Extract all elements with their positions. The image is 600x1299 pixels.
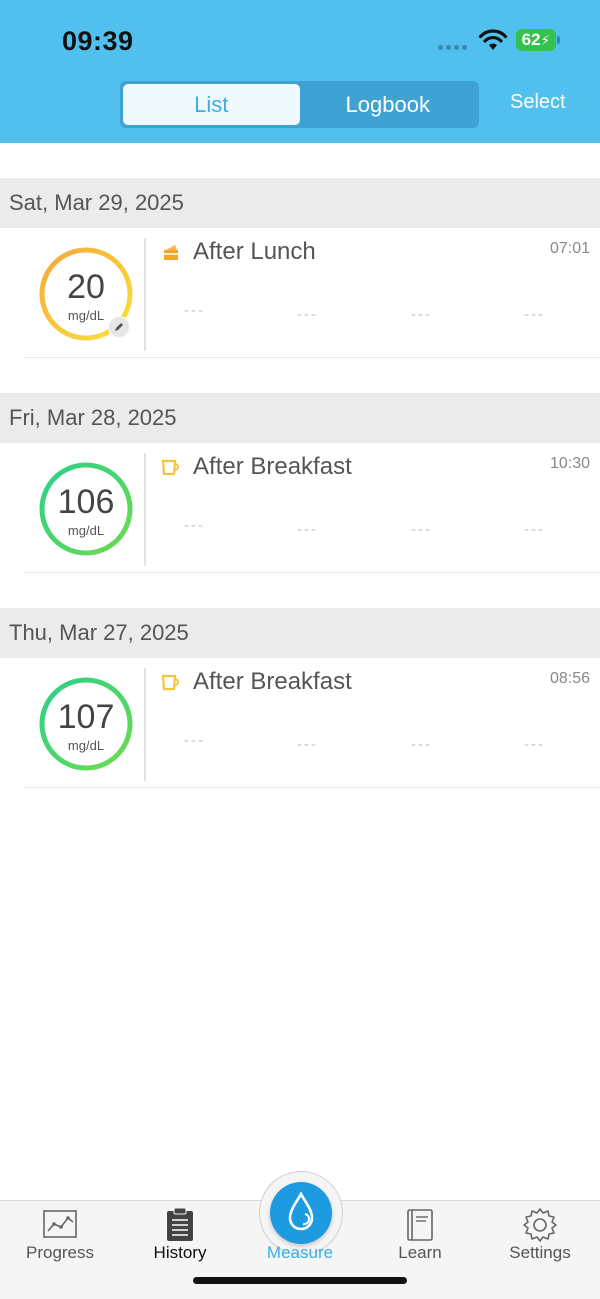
edit-icon[interactable] <box>108 316 130 338</box>
glucose-value: 107 <box>57 698 115 736</box>
gear-icon <box>523 1208 557 1242</box>
placeholder-value: --- <box>524 306 545 323</box>
entry-time: 08:56 <box>549 670 590 687</box>
status-bar: 09:39 62⚡ <box>0 0 600 80</box>
placeholder-value: --- <box>297 521 318 538</box>
tab-label: History <box>153 1243 207 1262</box>
placeholder-value: --- <box>184 732 205 749</box>
tab-bar: Progress History Measure Learn Settings <box>0 1171 600 1299</box>
tab-measure[interactable] <box>270 1182 332 1244</box>
list-item[interactable]: 20 mg/dL After Lunch 07:01 --- --- --- -… <box>0 228 600 358</box>
meal-label: After Breakfast <box>193 668 352 695</box>
battery-tip <box>557 36 560 44</box>
entry-time: 07:01 <box>549 240 590 257</box>
glucose-value: 106 <box>57 483 115 521</box>
day-header: Sat, Mar 29, 2025 <box>0 178 600 228</box>
glucose-unit: mg/dL <box>67 523 105 538</box>
list-item[interactable]: 106 mg/dL After Breakfast 10:30 --- --- … <box>0 443 600 573</box>
day-date: Thu, Mar 27, 2025 <box>9 620 189 645</box>
cellular-signal-icon <box>438 45 467 50</box>
book-icon <box>407 1209 433 1241</box>
row-separator <box>24 357 600 358</box>
placeholder-value: --- <box>184 517 205 534</box>
select-button[interactable]: Select <box>510 91 566 114</box>
day-date: Sat, Mar 29, 2025 <box>9 190 184 215</box>
cup-icon <box>161 674 179 691</box>
placeholder-value: --- <box>411 736 432 753</box>
meal-label: After Breakfast <box>193 453 352 480</box>
battery-icon: 62⚡ <box>516 29 556 51</box>
day-date: Fri, Mar 28, 2025 <box>9 405 177 430</box>
wifi-icon <box>478 29 508 50</box>
home-indicator <box>193 1277 407 1284</box>
tab-list[interactable]: List <box>123 84 300 125</box>
meal-label: After Lunch <box>193 238 316 265</box>
cup-icon <box>161 459 179 476</box>
placeholder-value: --- <box>297 306 318 323</box>
entry-divider <box>144 238 146 351</box>
tab-logbook[interactable]: Logbook <box>300 84 477 125</box>
status-time: 09:39 <box>62 26 134 56</box>
glucose-unit: mg/dL <box>67 738 105 753</box>
clipboard-icon <box>167 1207 193 1241</box>
tab-label: Progress <box>25 1243 95 1262</box>
row-separator <box>24 787 600 788</box>
placeholder-value: --- <box>524 736 545 753</box>
cake-icon <box>164 245 178 260</box>
placeholder-value: --- <box>524 521 545 538</box>
tab-label: Settings <box>509 1243 571 1262</box>
placeholder-value: --- <box>297 736 318 753</box>
row-separator <box>24 572 600 573</box>
glucose-value: 20 <box>67 268 105 306</box>
tab-learn[interactable]: Learn <box>360 1201 480 1281</box>
entry-divider <box>144 668 146 781</box>
chart-icon <box>43 1210 77 1238</box>
tab-label: Learn <box>398 1243 442 1262</box>
view-segmented-control: List Logbook <box>120 81 479 128</box>
placeholder-value: --- <box>411 521 432 538</box>
tab-progress[interactable]: Progress <box>0 1201 120 1281</box>
placeholder-value: --- <box>184 302 205 319</box>
entry-divider <box>144 453 146 566</box>
day-header: Fri, Mar 28, 2025 <box>0 393 600 443</box>
header: 09:39 62⚡ List Logbook Select <box>0 0 600 143</box>
entry-time: 10:30 <box>549 455 590 472</box>
tab-settings[interactable]: Settings <box>480 1201 600 1281</box>
drop-icon <box>288 1191 314 1231</box>
tab-measure-label[interactable]: Measure <box>240 1243 360 1263</box>
tab-history[interactable]: History <box>120 1201 240 1281</box>
placeholder-value: --- <box>411 306 432 323</box>
battery-level: 62 <box>521 30 541 49</box>
day-header: Thu, Mar 27, 2025 <box>0 608 600 658</box>
list-item[interactable]: 107 mg/dL After Breakfast 08:56 --- --- … <box>0 658 600 788</box>
